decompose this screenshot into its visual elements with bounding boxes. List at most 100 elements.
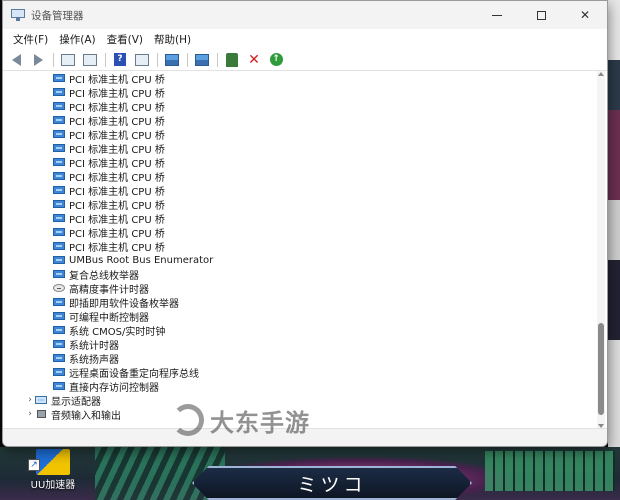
menu-view[interactable]: 查看(V) (103, 32, 147, 47)
tree-item-label: 系统扬声器 (69, 354, 119, 366)
maximize-button[interactable] (519, 1, 563, 29)
system-device-icon (53, 199, 65, 209)
tree-item[interactable]: 系统计时器 (3, 337, 597, 352)
properties-button[interactable] (59, 51, 77, 69)
tree-item-label: 可编程中断控制器 (69, 312, 149, 324)
tree-item-label: 复合总线枚举器 (69, 270, 139, 282)
tree-item-label: PCI 标准主机 CPU 桥 (69, 74, 165, 86)
tree-item[interactable]: PCI 标准主机 CPU 桥 (3, 141, 597, 156)
tree-item-label: 系统 CMOS/实时时钟 (69, 326, 166, 338)
tree-item[interactable]: PCI 标准主机 CPU 桥 (3, 155, 597, 170)
tree-item-label: UMBus Root Bus Enumerator (69, 254, 214, 266)
tree-item[interactable]: 即插即用软件设备枚举器 (3, 295, 597, 310)
watermark-text: 大东手游 (210, 408, 310, 437)
tree-item[interactable]: PCI 标准主机 CPU 桥 (3, 169, 597, 184)
system-device-icon (53, 297, 65, 307)
system-device-icon (53, 367, 65, 377)
tree-item-label: 直接内存访问控制器 (69, 382, 159, 394)
wallpaper-name-plate: ミツコ (192, 466, 472, 500)
system-device-icon (53, 115, 65, 125)
system-device-icon (53, 381, 65, 391)
toolbar: ? ✕ ↑ (3, 49, 607, 71)
tree-item-label: 高精度事件计时器 (69, 284, 149, 296)
maximize-icon (536, 10, 546, 20)
system-device-icon (53, 101, 65, 111)
tree-item-label: PCI 标准主机 CPU 桥 (69, 172, 165, 184)
close-button[interactable]: ✕ (563, 1, 607, 29)
display-adapter-icon (35, 395, 47, 405)
device-manager-icon (11, 9, 25, 21)
show-hide-button[interactable] (81, 51, 99, 69)
system-device-icon (53, 73, 65, 83)
back-button[interactable] (7, 51, 25, 69)
tree-item[interactable]: PCI 标准主机 CPU 桥 (3, 99, 597, 114)
audio-device-icon (35, 409, 47, 419)
system-device-icon (53, 213, 65, 223)
forward-button[interactable] (29, 51, 47, 69)
uninstall-button[interactable]: ✕ (245, 51, 263, 69)
tree-item[interactable]: UMBus Root Bus Enumerator (3, 253, 597, 267)
timer-device-icon (53, 283, 65, 293)
system-device-icon (53, 269, 65, 279)
toolbar-separator (53, 52, 54, 67)
tree-item[interactable]: 系统 CMOS/实时时钟 (3, 323, 597, 338)
tree-item-label: 音频输入和输出 (51, 410, 121, 422)
tree-item-label: PCI 标准主机 CPU 桥 (69, 158, 165, 170)
minimize-button[interactable] (475, 1, 519, 29)
tree-item-label: 即插即用软件设备枚举器 (69, 298, 179, 310)
system-device-icon (53, 311, 65, 321)
enable-button[interactable]: ↑ (267, 51, 285, 69)
window-controls: ✕ (475, 1, 607, 29)
tree-item[interactable]: 系统扬声器 (3, 351, 597, 366)
title-bar[interactable]: 设备管理器 ✕ (3, 1, 607, 29)
tree-item[interactable]: PCI 标准主机 CPU 桥 (3, 71, 597, 86)
menu-help[interactable]: 帮助(H) (150, 32, 195, 47)
tree-item[interactable]: PCI 标准主机 CPU 桥 (3, 85, 597, 100)
tree-item[interactable]: PCI 标准主机 CPU 桥 (3, 211, 597, 226)
tree-item[interactable]: 可编程中断控制器 (3, 309, 597, 324)
help-icon: ? (114, 53, 126, 66)
expand-chevron-icon[interactable]: › (25, 409, 35, 419)
tree-item-label: PCI 标准主机 CPU 桥 (69, 102, 165, 114)
tree-item[interactable]: PCI 标准主机 CPU 桥 (3, 197, 597, 212)
device-tree: PCI 标准主机 CPU 桥 PCI 标准主机 CPU 桥 PCI 标准主机 CPU… (3, 71, 597, 429)
tree-item[interactable]: 直接内存访问控制器 (3, 379, 597, 394)
tree-item[interactable]: PCI 标准主机 CPU 桥 (3, 113, 597, 128)
system-device-icon (53, 143, 65, 153)
tree-item[interactable]: PCI 标准主机 CPU 桥 (3, 225, 597, 240)
tree-item[interactable]: 远程桌面设备重定向程序总线 (3, 365, 597, 380)
update-driver-button[interactable] (223, 51, 241, 69)
menu-file[interactable]: 文件(F) (9, 32, 52, 47)
toolbar-separator (157, 52, 158, 67)
desktop-shortcut-uu[interactable]: ↗ UU加速器 (24, 449, 82, 499)
tree-item-label: 远程桌面设备重定向程序总线 (69, 368, 199, 380)
system-device-icon (53, 129, 65, 139)
vertical-scrollbar[interactable] (597, 71, 605, 429)
menu-action[interactable]: 操作(A) (55, 32, 99, 47)
scan-icon (165, 53, 179, 66)
view-icon (135, 53, 149, 66)
help-button[interactable]: ? (111, 51, 129, 69)
window-title: 设备管理器 (31, 9, 84, 22)
system-device-icon (53, 227, 65, 237)
toolbar-separator (187, 52, 188, 67)
tree-item[interactable]: PCI 标准主机 CPU 桥 (3, 127, 597, 142)
system-device-icon (53, 255, 65, 265)
view-button[interactable] (133, 51, 151, 69)
scan-hardware-button[interactable] (163, 51, 181, 69)
tree-item[interactable]: 高精度事件计时器 (3, 281, 597, 296)
scrollbar-thumb[interactable] (598, 323, 604, 415)
system-device-icon (53, 87, 65, 97)
tree-item[interactable]: 复合总线枚举器 (3, 267, 597, 282)
system-device-icon (53, 325, 65, 335)
watermark-logo-icon (172, 404, 204, 436)
monitor-button[interactable] (193, 51, 211, 69)
expand-chevron-icon[interactable]: › (25, 395, 35, 405)
tree-item[interactable]: PCI 标准主机 CPU 桥 (3, 183, 597, 198)
scroll-up-arrow-icon[interactable] (598, 72, 604, 76)
desktop-wallpaper-edge (608, 0, 620, 448)
monitor-icon (195, 53, 209, 66)
tree-item[interactable]: PCI 标准主机 CPU 桥 (3, 239, 597, 254)
back-arrow-icon (11, 53, 21, 66)
tree-item-label: 系统计时器 (69, 340, 119, 352)
